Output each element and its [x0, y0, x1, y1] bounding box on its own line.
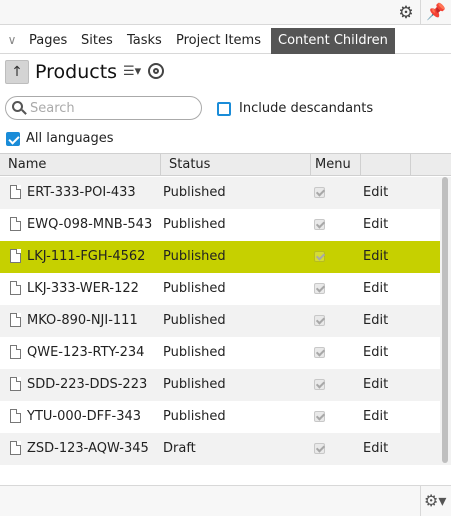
row-name[interactable]: SDD-223-DDS-223	[27, 369, 147, 401]
row-status: Published	[163, 185, 226, 200]
toolbar-divider	[420, 0, 421, 25]
document-icon	[10, 217, 21, 231]
search-icon	[12, 100, 27, 116]
search-input[interactable]	[30, 99, 195, 117]
document-icon	[10, 377, 21, 391]
list-menu-icon[interactable]: ☰▾	[123, 64, 141, 80]
table-row[interactable]: YTU-000-DFF-343 Published Edit	[0, 401, 440, 433]
table-row[interactable]: EWQ-098-MNB-543 Published Edit	[0, 209, 440, 241]
table-row[interactable]: SDD-223-DDS-223 Published Edit	[0, 369, 440, 401]
include-descendants-label: Include descandants	[239, 101, 374, 116]
row-edit-link[interactable]: Edit	[363, 337, 388, 369]
row-name[interactable]: MKO-890-NJI-111	[27, 305, 138, 337]
row-edit-link[interactable]: Edit	[363, 209, 388, 241]
bottom-divider	[420, 486, 421, 516]
include-descendants-checkbox[interactable]	[217, 102, 231, 116]
row-menu-checkbox	[314, 315, 325, 326]
row-status: Published	[163, 313, 226, 328]
tab-project-items[interactable]: Project Items	[176, 28, 261, 54]
tab-sites[interactable]: Sites	[81, 28, 113, 54]
pin-icon[interactable]: 📌	[426, 2, 446, 22]
table-row[interactable]: LKJ-333-WER-122 Published Edit	[0, 273, 440, 305]
row-status: Published	[163, 249, 226, 264]
row-edit-link[interactable]: Edit	[363, 369, 388, 401]
row-edit-link[interactable]: Edit	[363, 305, 388, 337]
chevron-down-icon[interactable]: ∨	[4, 31, 20, 49]
bottom-toolbar: ⚙▾	[0, 485, 451, 516]
table-row[interactable]: MKO-890-NJI-111 Published Edit	[0, 305, 440, 337]
column-header-name[interactable]: Name	[0, 154, 161, 175]
up-level-button[interactable]: ↑	[5, 60, 29, 84]
table-row[interactable]: ZSD-123-AQW-345 Draft Edit	[0, 433, 440, 465]
vertical-scrollbar[interactable]	[440, 177, 451, 465]
row-name[interactable]: LKJ-333-WER-122	[27, 273, 139, 305]
search-box[interactable]	[5, 96, 202, 120]
row-menu-checkbox	[314, 187, 325, 198]
row-edit-link[interactable]: Edit	[363, 401, 388, 433]
all-languages-checkbox[interactable]	[6, 132, 20, 146]
row-name[interactable]: ZSD-123-AQW-345	[27, 433, 149, 465]
row-status: Published	[163, 409, 226, 424]
row-status: Published	[163, 377, 226, 392]
column-header-menu[interactable]: Menu	[311, 154, 361, 175]
row-menu-checkbox	[314, 347, 325, 358]
row-edit-link[interactable]: Edit	[363, 273, 388, 305]
row-status: Published	[163, 217, 226, 232]
document-icon	[10, 249, 21, 263]
all-languages-label: All languages	[26, 131, 114, 146]
row-name[interactable]: YTU-000-DFF-343	[27, 401, 141, 433]
row-name[interactable]: EWQ-098-MNB-543	[27, 209, 152, 241]
row-status: Published	[163, 345, 226, 360]
row-menu-checkbox	[314, 379, 325, 390]
document-icon	[10, 409, 21, 423]
row-menu-checkbox	[314, 219, 325, 230]
row-edit-link[interactable]: Edit	[363, 433, 388, 465]
row-menu-checkbox	[314, 251, 325, 262]
page-title: Products	[35, 61, 118, 83]
top-toolbar: ⚙ 📌	[0, 0, 451, 25]
column-header-status[interactable]: Status	[161, 154, 311, 175]
row-menu-checkbox	[314, 283, 325, 294]
row-edit-link[interactable]: Edit	[363, 241, 388, 273]
tab-tasks[interactable]: Tasks	[127, 28, 162, 54]
gear-dropdown-icon[interactable]: ⚙▾	[424, 491, 448, 511]
document-icon	[10, 441, 21, 455]
row-edit-link[interactable]: Edit	[363, 177, 388, 209]
row-menu-checkbox	[314, 443, 325, 454]
row-status: Published	[163, 281, 226, 296]
title-row: ↑ Products ☰▾	[0, 58, 451, 88]
row-name[interactable]: LKJ-111-FGH-4562	[27, 241, 145, 273]
scrollbar-thumb[interactable]	[442, 177, 448, 463]
row-menu-checkbox	[314, 411, 325, 422]
document-icon	[10, 345, 21, 359]
document-icon	[10, 313, 21, 327]
table-row[interactable]: ERT-333-POI-433 Published Edit	[0, 177, 440, 209]
table-row[interactable]: QWE-123-RTY-234 Published Edit	[0, 337, 440, 369]
document-icon	[10, 281, 21, 295]
document-icon	[10, 185, 21, 199]
gear-icon[interactable]: ⚙	[396, 3, 416, 23]
tab-content-children[interactable]: Content Children	[271, 28, 395, 54]
target-icon[interactable]	[148, 63, 164, 79]
grid-header: Name Status Menu	[0, 153, 451, 176]
tab-pages[interactable]: Pages	[29, 28, 67, 54]
column-header-actions	[361, 154, 411, 175]
row-name[interactable]: ERT-333-POI-433	[27, 177, 136, 209]
row-name[interactable]: QWE-123-RTY-234	[27, 337, 144, 369]
tab-bar: ∨ Pages Sites Tasks Project Items Conten…	[0, 26, 451, 54]
table-row[interactable]: LKJ-111-FGH-4562 Published Edit	[0, 241, 440, 273]
row-status: Draft	[163, 441, 196, 456]
